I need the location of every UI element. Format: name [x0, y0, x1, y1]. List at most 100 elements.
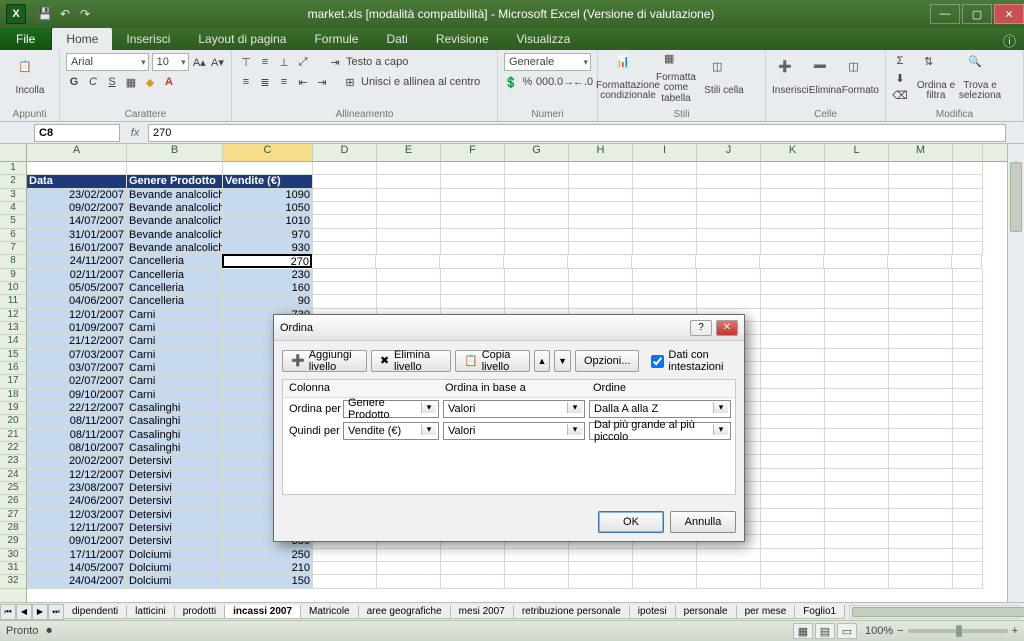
- thousands-icon[interactable]: 000: [537, 74, 553, 90]
- format-cells-button[interactable]: ◫Formato: [842, 52, 879, 104]
- tab-revisione[interactable]: Revisione: [422, 28, 503, 50]
- row-number[interactable]: 16: [0, 362, 26, 375]
- row-number[interactable]: 15: [0, 349, 26, 362]
- column-header[interactable]: H: [569, 144, 633, 161]
- cell[interactable]: Casalinghi: [127, 429, 223, 442]
- row-number[interactable]: 3: [0, 189, 26, 202]
- normal-view-button[interactable]: ▦: [793, 623, 813, 639]
- row-number[interactable]: 13: [0, 322, 26, 335]
- cell[interactable]: 21/12/2007: [27, 335, 127, 348]
- cell[interactable]: Bevande analcoliche: [127, 242, 223, 255]
- sheet-tab[interactable]: dipendenti: [63, 605, 127, 619]
- cell[interactable]: Dolciumi: [127, 549, 223, 562]
- find-select-button[interactable]: 🔍Trova e seleziona: [958, 52, 1002, 104]
- select-all-corner[interactable]: [0, 144, 26, 162]
- sheet-tab[interactable]: mesi 2007: [450, 605, 514, 619]
- percent-icon[interactable]: %: [521, 74, 534, 90]
- sort-order-select[interactable]: Dalla A alla Z: [589, 400, 731, 418]
- undo-icon[interactable]: ↶: [56, 5, 74, 23]
- row-number[interactable]: 9: [0, 269, 26, 282]
- cell[interactable]: 230: [223, 269, 313, 282]
- column-header[interactable]: J: [697, 144, 761, 161]
- cell[interactable]: Casalinghi: [127, 442, 223, 455]
- move-down-button[interactable]: ▼: [554, 350, 571, 372]
- sheet-tab[interactable]: incassi 2007: [224, 605, 301, 619]
- cell[interactable]: Carni: [127, 309, 223, 322]
- zoom-in-button[interactable]: +: [1012, 625, 1018, 637]
- column-header[interactable]: L: [825, 144, 889, 161]
- sheet-tab[interactable]: ipotesi: [629, 605, 676, 619]
- cell[interactable]: 04/06/2007: [27, 295, 127, 308]
- cell[interactable]: Carni: [127, 322, 223, 335]
- cell[interactable]: 09/01/2007: [27, 535, 127, 548]
- options-button[interactable]: Opzioni...: [575, 350, 639, 372]
- sheet-nav-first[interactable]: ⏮: [0, 604, 16, 620]
- align-center-icon[interactable]: ≣: [257, 74, 273, 90]
- row-number[interactable]: 11: [0, 295, 26, 308]
- font-name-select[interactable]: Arial: [66, 53, 149, 71]
- row-number[interactable]: 20: [0, 415, 26, 428]
- cell[interactable]: 02/07/2007: [27, 375, 127, 388]
- tab-home[interactable]: Home: [52, 28, 112, 50]
- cell[interactable]: 22/12/2007: [27, 402, 127, 415]
- autosum-icon[interactable]: Σ: [892, 53, 908, 69]
- row-number[interactable]: 10: [0, 282, 26, 295]
- cell[interactable]: Detersivi: [127, 535, 223, 548]
- font-size-select[interactable]: 10: [152, 53, 189, 71]
- font-color-icon[interactable]: A: [161, 74, 177, 90]
- sheet-nav-prev[interactable]: ◀: [16, 604, 32, 620]
- sheet-nav-next[interactable]: ▶: [32, 604, 48, 620]
- cell[interactable]: 24/06/2007: [27, 495, 127, 508]
- sheet-tab[interactable]: Foglio1: [794, 605, 845, 619]
- increase-font-icon[interactable]: A▴: [192, 54, 207, 70]
- cell[interactable]: 14/07/2007: [27, 215, 127, 228]
- paste-button[interactable]: 📋 Incolla: [6, 52, 54, 104]
- wrap-text-label[interactable]: Testo a capo: [346, 56, 408, 68]
- sort-on-select[interactable]: Valori: [443, 400, 585, 418]
- cell[interactable]: 20/02/2007: [27, 455, 127, 468]
- dialog-close-button[interactable]: ✕: [716, 320, 738, 336]
- column-header[interactable]: C: [223, 144, 313, 161]
- column-header[interactable]: F: [441, 144, 505, 161]
- cell[interactable]: 24/04/2007: [27, 575, 127, 588]
- decrease-decimal-icon[interactable]: ←.0: [575, 74, 591, 90]
- conditional-format-button[interactable]: 📊Formattazione condizionale: [604, 52, 652, 104]
- table-header-cell[interactable]: Genere Prodotto: [127, 175, 223, 188]
- number-format-select[interactable]: Generale: [504, 53, 591, 71]
- table-header-cell[interactable]: Vendite (€): [223, 175, 313, 188]
- page-break-view-button[interactable]: ▭: [837, 623, 857, 639]
- sort-order-select[interactable]: Dal più grande al più piccolo: [589, 422, 731, 440]
- row-number[interactable]: 4: [0, 202, 26, 215]
- sheet-tab[interactable]: Matricole: [300, 605, 359, 619]
- cancel-button[interactable]: Annulla: [670, 511, 736, 533]
- orientation-icon[interactable]: ⤢: [295, 54, 311, 70]
- row-number[interactable]: 14: [0, 335, 26, 348]
- record-macro-icon[interactable]: ⏺: [46, 625, 52, 638]
- sheet-tab[interactable]: latticini: [126, 605, 175, 619]
- row-number[interactable]: 1: [0, 162, 26, 175]
- minimize-button[interactable]: —: [930, 4, 960, 24]
- row-number[interactable]: 6: [0, 229, 26, 242]
- cell[interactable]: Carni: [127, 335, 223, 348]
- zoom-out-button[interactable]: −: [897, 625, 903, 637]
- fill-icon[interactable]: ⬇: [892, 70, 908, 86]
- cell[interactable]: Cancelleria: [127, 255, 223, 268]
- cell[interactable]: 14/05/2007: [27, 562, 127, 575]
- cell[interactable]: 970: [223, 229, 313, 242]
- cell[interactable]: Detersivi: [127, 509, 223, 522]
- cell[interactable]: Detersivi: [127, 455, 223, 468]
- cell[interactable]: 08/11/2007: [27, 415, 127, 428]
- cell[interactable]: Cancelleria: [127, 295, 223, 308]
- row-number[interactable]: 27: [0, 509, 26, 522]
- format-table-button[interactable]: ▦Formatta come tabella: [652, 52, 700, 104]
- cell[interactable]: 930: [223, 242, 313, 255]
- row-number[interactable]: 23: [0, 455, 26, 468]
- merge-label[interactable]: Unisci e allinea al centro: [361, 76, 480, 88]
- cell[interactable]: Detersivi: [127, 469, 223, 482]
- row-number[interactable]: 25: [0, 482, 26, 495]
- zoom-slider[interactable]: [908, 629, 1008, 633]
- file-tab[interactable]: File: [0, 28, 52, 50]
- cell[interactable]: 31/01/2007: [27, 229, 127, 242]
- fx-icon[interactable]: fx: [122, 127, 148, 139]
- column-header[interactable]: M: [889, 144, 953, 161]
